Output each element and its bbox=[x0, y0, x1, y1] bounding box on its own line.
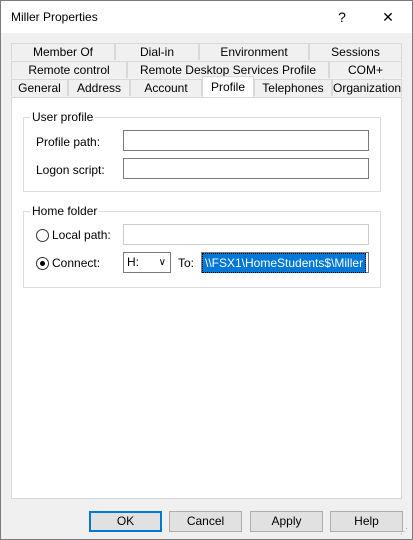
tab-telephones[interactable]: Telephones bbox=[254, 79, 332, 96]
resize-grip-icon[interactable]: ⋰ bbox=[400, 527, 410, 537]
user-profile-group: User profile Profile path: Logon script: bbox=[23, 110, 381, 192]
title-bar: Miller Properties ? ✕ bbox=[1, 1, 412, 33]
drive-letter-select[interactable]: H: ∨ bbox=[123, 252, 171, 273]
home-folder-group: Home folder Local path: Connect: H: ∨ To… bbox=[23, 204, 381, 288]
logon-script-label: Logon script: bbox=[36, 163, 105, 177]
drive-letter-value: H: bbox=[127, 255, 139, 269]
tab-address[interactable]: Address bbox=[68, 79, 130, 96]
tab-member-of[interactable]: Member Of bbox=[11, 43, 115, 60]
help-title-button[interactable]: ? bbox=[319, 1, 365, 33]
local-path-label: Local path: bbox=[52, 228, 111, 242]
home-folder-group-label: Home folder bbox=[30, 204, 100, 218]
user-profile-group-label: User profile bbox=[30, 110, 96, 124]
connect-radio[interactable] bbox=[36, 257, 49, 270]
window-title: Miller Properties bbox=[11, 10, 98, 24]
profile-tab-panel: User profile Profile path: Logon script:… bbox=[11, 97, 402, 499]
home-folder-path-input[interactable]: \\FSX1\HomeStudents$\Miller bbox=[201, 252, 369, 273]
tab-account[interactable]: Account bbox=[130, 79, 202, 96]
tab-row-3: General Address Account Profile Telephon… bbox=[11, 76, 402, 97]
tab-general[interactable]: General bbox=[11, 79, 68, 96]
tab-organization[interactable]: Organization bbox=[332, 79, 402, 96]
to-label: To: bbox=[178, 256, 195, 270]
profile-path-label: Profile path: bbox=[36, 135, 101, 149]
help-button[interactable]: Help bbox=[330, 511, 403, 532]
apply-button[interactable]: Apply bbox=[250, 511, 323, 532]
profile-path-input[interactable] bbox=[123, 130, 369, 151]
tab-profile[interactable]: Profile bbox=[202, 76, 254, 97]
local-path-radio[interactable] bbox=[36, 229, 49, 242]
local-path-input[interactable] bbox=[123, 224, 369, 245]
ok-button[interactable]: OK bbox=[89, 511, 162, 532]
properties-dialog: Miller Properties ? ✕ Member Of Dial-in … bbox=[0, 0, 413, 540]
close-button[interactable]: ✕ bbox=[365, 1, 411, 33]
home-folder-path-selection: \\FSX1\HomeStudents$\Miller bbox=[202, 253, 367, 273]
tab-com-plus[interactable]: COM+ bbox=[329, 61, 402, 78]
logon-script-input[interactable] bbox=[123, 158, 369, 179]
chevron-down-icon: ∨ bbox=[158, 257, 166, 268]
tab-dial-in[interactable]: Dial-in bbox=[115, 43, 199, 60]
tab-sessions[interactable]: Sessions bbox=[309, 43, 402, 60]
tab-environment[interactable]: Environment bbox=[199, 43, 309, 60]
cancel-button[interactable]: Cancel bbox=[169, 511, 242, 532]
tab-remote-control[interactable]: Remote control bbox=[11, 61, 127, 78]
tab-row-1: Member Of Dial-in Environment Sessions bbox=[11, 43, 402, 61]
connect-label: Connect: bbox=[52, 256, 101, 270]
